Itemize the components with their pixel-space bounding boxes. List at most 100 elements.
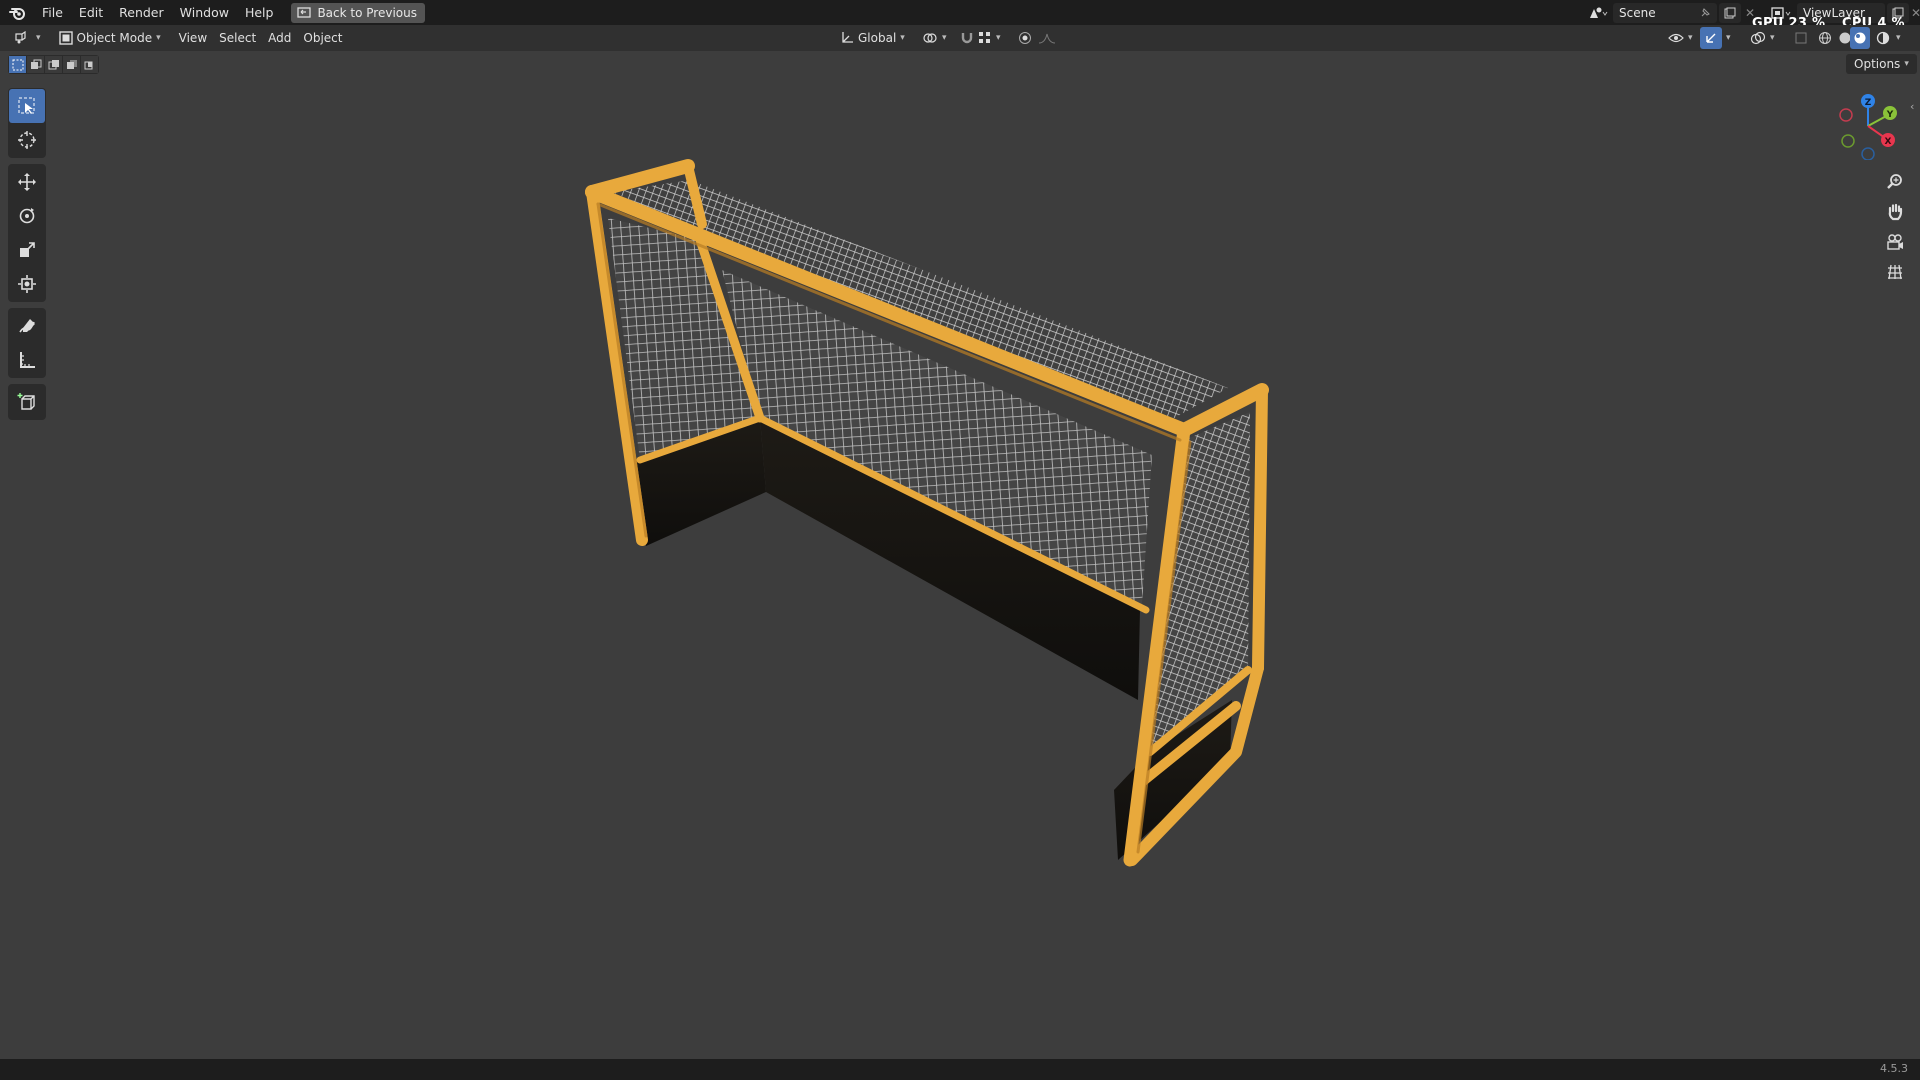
blender-logo-icon[interactable]: [8, 3, 28, 23]
menu-add[interactable]: Add: [262, 27, 297, 49]
falloff-dropdown[interactable]: [1032, 27, 1064, 49]
xray-icon: [1795, 32, 1807, 44]
pan-view-button[interactable]: [1880, 198, 1910, 226]
scene-type-icon[interactable]: [1583, 6, 1613, 20]
tool-cursor[interactable]: [9, 123, 45, 157]
select-difference-icon: [66, 59, 77, 69]
select-new-button[interactable]: [9, 56, 26, 73]
back-to-previous-button[interactable]: Back to Previous: [291, 2, 425, 23]
chevron-down-icon: ▾: [1726, 33, 1731, 43]
visibility-dropdown[interactable]: ▾: [1662, 27, 1699, 49]
menu-file[interactable]: File: [34, 0, 71, 25]
select-subtract-icon: [48, 59, 59, 69]
gizmo-neg-z[interactable]: [1861, 147, 1875, 160]
mode-selector[interactable]: Object Mode ▾: [53, 27, 167, 49]
menu-view[interactable]: View: [173, 27, 213, 49]
object-mode-icon: [58, 31, 73, 45]
proportional-icon: [1019, 32, 1031, 44]
camera-view-button[interactable]: [1880, 228, 1910, 256]
gizmo-x-label: X: [1885, 137, 1892, 147]
chevron-down-icon: ▾: [1770, 33, 1775, 43]
sidebar-toggle-icon[interactable]: ‹: [1910, 100, 1914, 113]
transform-orientation-dropdown[interactable]: Global ▾: [834, 27, 911, 49]
tool-annotate[interactable]: [9, 309, 45, 343]
tool-group-transform: [8, 164, 46, 302]
tool-measure[interactable]: [9, 343, 45, 377]
chevron-down-icon: ▾: [996, 33, 1001, 43]
viewport-header: ▾ Object Mode ▾ View Select Add Object G…: [0, 25, 1920, 51]
eye-icon: [1668, 33, 1684, 43]
delete-view-layer-icon[interactable]: ✕: [1909, 6, 1920, 20]
tool-transform[interactable]: [9, 267, 45, 301]
menu-select[interactable]: Select: [213, 27, 262, 49]
chevron-down-icon: ▾: [1904, 59, 1909, 69]
measure-icon: [20, 352, 35, 368]
tool-rotate[interactable]: [9, 199, 45, 233]
pin-icon[interactable]: [1699, 7, 1711, 19]
shading-dropdown[interactable]: ▾: [1890, 27, 1907, 49]
scale-icon: [20, 242, 35, 257]
cursor-icon: [18, 131, 36, 149]
gizmo-neg-y[interactable]: [1841, 134, 1855, 148]
back-screen-icon: [297, 6, 312, 18]
tool-group-add: [8, 384, 46, 420]
shading-material[interactable]: [1850, 27, 1870, 49]
select-difference-button[interactable]: [63, 56, 80, 73]
select-intersect-icon: [84, 61, 92, 69]
falloff-curve-icon: [1038, 33, 1056, 44]
tool-move[interactable]: [9, 165, 45, 199]
selection-mode-group: [8, 55, 99, 74]
menu-edit[interactable]: Edit: [71, 0, 111, 25]
orientation-axes-icon: [842, 32, 853, 43]
chevron-down-icon: ▾: [156, 33, 161, 43]
tool-group-annotate: [8, 308, 46, 378]
overlays-icon: [1750, 31, 1766, 45]
back-button-label: Back to Previous: [317, 5, 417, 20]
gizmo-toggle[interactable]: [1700, 27, 1722, 49]
wireframe-sphere-icon: [1819, 32, 1831, 44]
rotate-icon: [19, 208, 35, 224]
select-extend-button[interactable]: [27, 56, 44, 73]
viewport-canvas[interactable]: [0, 51, 1920, 1059]
scene-name-field[interactable]: Scene: [1613, 2, 1717, 23]
chevron-down-icon: ▾: [1688, 33, 1693, 43]
grid-ortho-icon: [1888, 264, 1902, 280]
overlays-toggle[interactable]: ▾: [1744, 27, 1781, 49]
menu-window[interactable]: Window: [172, 0, 237, 25]
new-scene-icon[interactable]: [1719, 2, 1741, 23]
tool-group-select: [8, 88, 46, 158]
material-sphere-icon: [1854, 32, 1866, 44]
menu-help[interactable]: Help: [237, 0, 282, 25]
gizmo-neg-x[interactable]: [1839, 108, 1853, 122]
annotate-icon: [19, 319, 35, 333]
top-menu-bar: File Edit Render Window Help Back to Pre…: [0, 0, 1920, 25]
orientation-label: Global: [858, 31, 897, 45]
menu-object[interactable]: Object: [297, 27, 348, 49]
snap-grid-icon: [979, 32, 990, 43]
options-dropdown[interactable]: Options ▾: [1846, 54, 1917, 74]
move-icon: [18, 173, 36, 191]
tool-scale[interactable]: [9, 233, 45, 267]
tool-select-box[interactable]: [9, 89, 45, 123]
add-cube-icon: [17, 393, 35, 410]
toggle-ortho-button[interactable]: [1880, 258, 1910, 286]
version-label: 4.5.3: [1880, 1062, 1908, 1075]
gizmo-dropdown[interactable]: ▾: [1720, 27, 1737, 49]
chevron-down-icon: ▾: [942, 33, 947, 43]
chevron-down-icon: ▾: [36, 33, 41, 43]
transform-icon: [18, 275, 36, 293]
select-subtract-button[interactable]: [45, 56, 62, 73]
pivot-point-dropdown[interactable]: ▾: [916, 27, 953, 49]
zoom-view-button[interactable]: [1880, 168, 1910, 196]
tool-add-cube[interactable]: [9, 385, 45, 419]
editor-type-button[interactable]: ▾: [8, 27, 47, 49]
goal-model[interactable]: [585, 159, 1269, 867]
pivot-icon: [923, 33, 937, 43]
select-new-icon: [12, 59, 23, 70]
menu-render[interactable]: Render: [111, 0, 172, 25]
select-intersect-button[interactable]: [81, 56, 98, 73]
snap-target-dropdown[interactable]: ▾: [972, 27, 1007, 49]
xray-toggle[interactable]: [1788, 27, 1814, 49]
gizmo-icon: [1706, 33, 1716, 43]
navigation-gizmo[interactable]: Z Y X: [1836, 92, 1900, 160]
